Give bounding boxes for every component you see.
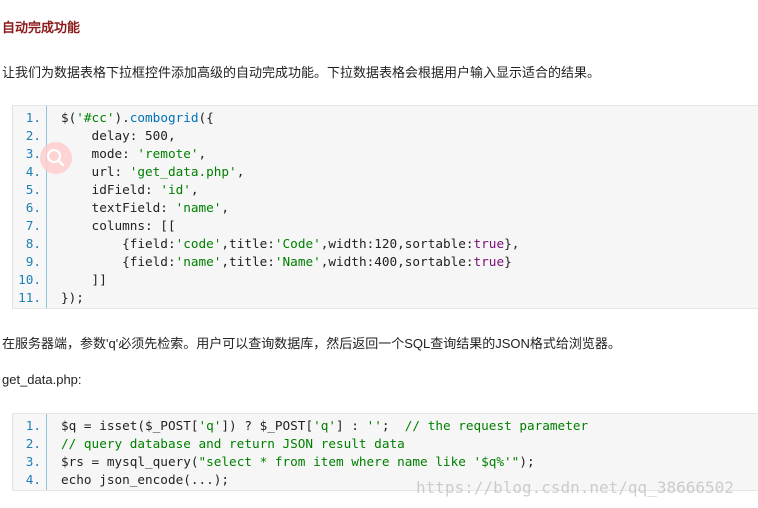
- code-token: {field:: [61, 254, 176, 269]
- code-token: ,width:400,sortable:: [320, 254, 474, 269]
- line-number: 1.: [25, 418, 41, 433]
- code-token: "select * from item where name like '$q%…: [198, 454, 520, 469]
- code-token: $(: [61, 110, 77, 125]
- magnifier-icon[interactable]: [40, 142, 72, 174]
- line-number: 4.: [25, 164, 41, 179]
- code-token: 'name': [175, 200, 222, 215]
- section-heading: 自动完成功能: [2, 20, 81, 35]
- line-number: 4.: [25, 472, 41, 487]
- server-note-paragraph: 在服务器端，参数'q'必须先检索。用户可以查询数据库，然后返回一个SQL查询结果…: [2, 336, 621, 351]
- code-text: idField: 'id',: [61, 181, 199, 199]
- code-token: ]]: [61, 272, 107, 287]
- code-token: echo json_encode(...);: [61, 472, 230, 487]
- code-token: ;: [381, 418, 405, 433]
- line-number: 5.: [25, 182, 41, 197]
- code-token: }: [504, 254, 512, 269]
- line-number: 7.: [25, 218, 41, 233]
- code-token: },: [504, 236, 520, 251]
- code-block-combogrid: 1. $('#cc').combogrid({ 2. delay: 500, 3. m…: [12, 105, 758, 309]
- line-number: 3.: [25, 454, 41, 469]
- code-token: ,: [198, 146, 207, 161]
- code-text: });: [61, 289, 84, 307]
- code-token: ).: [114, 110, 130, 125]
- code-token: $rs = mysql_query(: [61, 454, 199, 469]
- code-text: echo json_encode(...);: [61, 471, 229, 489]
- code-text: $q = isset($_POST['q']) ? $_POST['q'] : …: [61, 417, 588, 435]
- code-text: mode: 'remote',: [61, 145, 207, 163]
- code-token: '': [366, 418, 382, 433]
- code-token: $q = isset($_POST[: [61, 418, 199, 433]
- line-number: 9.: [25, 254, 41, 269]
- code-text: textField: 'name',: [61, 199, 230, 217]
- code-token: 'get_data.php': [129, 164, 237, 179]
- code-text: {field:'code',title:'Code',width:120,sor…: [61, 235, 519, 253]
- code-token: ,: [236, 164, 245, 179]
- code-token: idField:: [61, 182, 161, 197]
- code-token: true: [473, 254, 505, 269]
- code-token: mode:: [61, 146, 138, 161]
- code-token: ({: [198, 110, 214, 125]
- code-token: '#cc': [76, 110, 115, 125]
- code-token: ,: [221, 200, 230, 215]
- code-token: 'q': [198, 418, 222, 433]
- watermark-text: https://blog.csdn.net/qq_38666502: [416, 478, 734, 497]
- code-token: });: [61, 290, 84, 305]
- code-token: true: [473, 236, 505, 251]
- code-token: textField:: [61, 200, 176, 215]
- code-token: 'q': [313, 418, 337, 433]
- intro-paragraph: 让我们为数据表格下拉框控件添加高级的自动完成功能。下拉数据表格会根据用户输入显示…: [2, 65, 601, 80]
- line-number: 2.: [25, 128, 41, 143]
- line-number: 6.: [25, 200, 41, 215]
- line-number: 11.: [18, 290, 41, 305]
- code-token: // query database and return JSON result…: [61, 436, 405, 451]
- code-token: 'remote': [137, 146, 199, 161]
- line-number: 1.: [25, 110, 41, 125]
- code-text: $('#cc').combogrid({: [61, 109, 214, 127]
- line-number: 8.: [25, 236, 41, 251]
- code-token: );: [519, 454, 535, 469]
- code-text: delay: 500,: [61, 127, 176, 145]
- code-token: delay: 500,: [61, 128, 176, 143]
- code-token: 'Code': [274, 236, 321, 251]
- code-text: url: 'get_data.php',: [61, 163, 245, 181]
- code-token: {field:: [61, 236, 176, 251]
- line-number: 2.: [25, 436, 41, 451]
- code-token: ,title:: [221, 254, 275, 269]
- code-token: ] :: [336, 418, 367, 433]
- code-token: combogrid: [129, 110, 199, 125]
- code-token: ]) ? $_POST[: [221, 418, 314, 433]
- code-token: ,title:: [221, 236, 275, 251]
- code-token: 'name': [175, 254, 222, 269]
- line-number: 3.: [25, 146, 41, 161]
- code-token: ,width:120,sortable:: [320, 236, 474, 251]
- line-number: 10.: [18, 272, 41, 287]
- code-text: $rs = mysql_query("select * from item wh…: [61, 453, 535, 471]
- code-token: // the request parameter: [404, 418, 589, 433]
- code-text: ]]: [61, 271, 107, 289]
- code-text: {field:'name',title:'Name',width:400,sor…: [61, 253, 512, 271]
- code-token: 'code': [175, 236, 222, 251]
- code-token: ,: [190, 182, 199, 197]
- code-token: 'id': [160, 182, 191, 197]
- code-text: // query database and return JSON result…: [61, 435, 405, 453]
- code-token: 'Name': [274, 254, 321, 269]
- file-label: get_data.php:: [2, 372, 82, 387]
- code-text: columns: [[: [61, 217, 176, 235]
- code-token: columns: [[: [61, 218, 176, 233]
